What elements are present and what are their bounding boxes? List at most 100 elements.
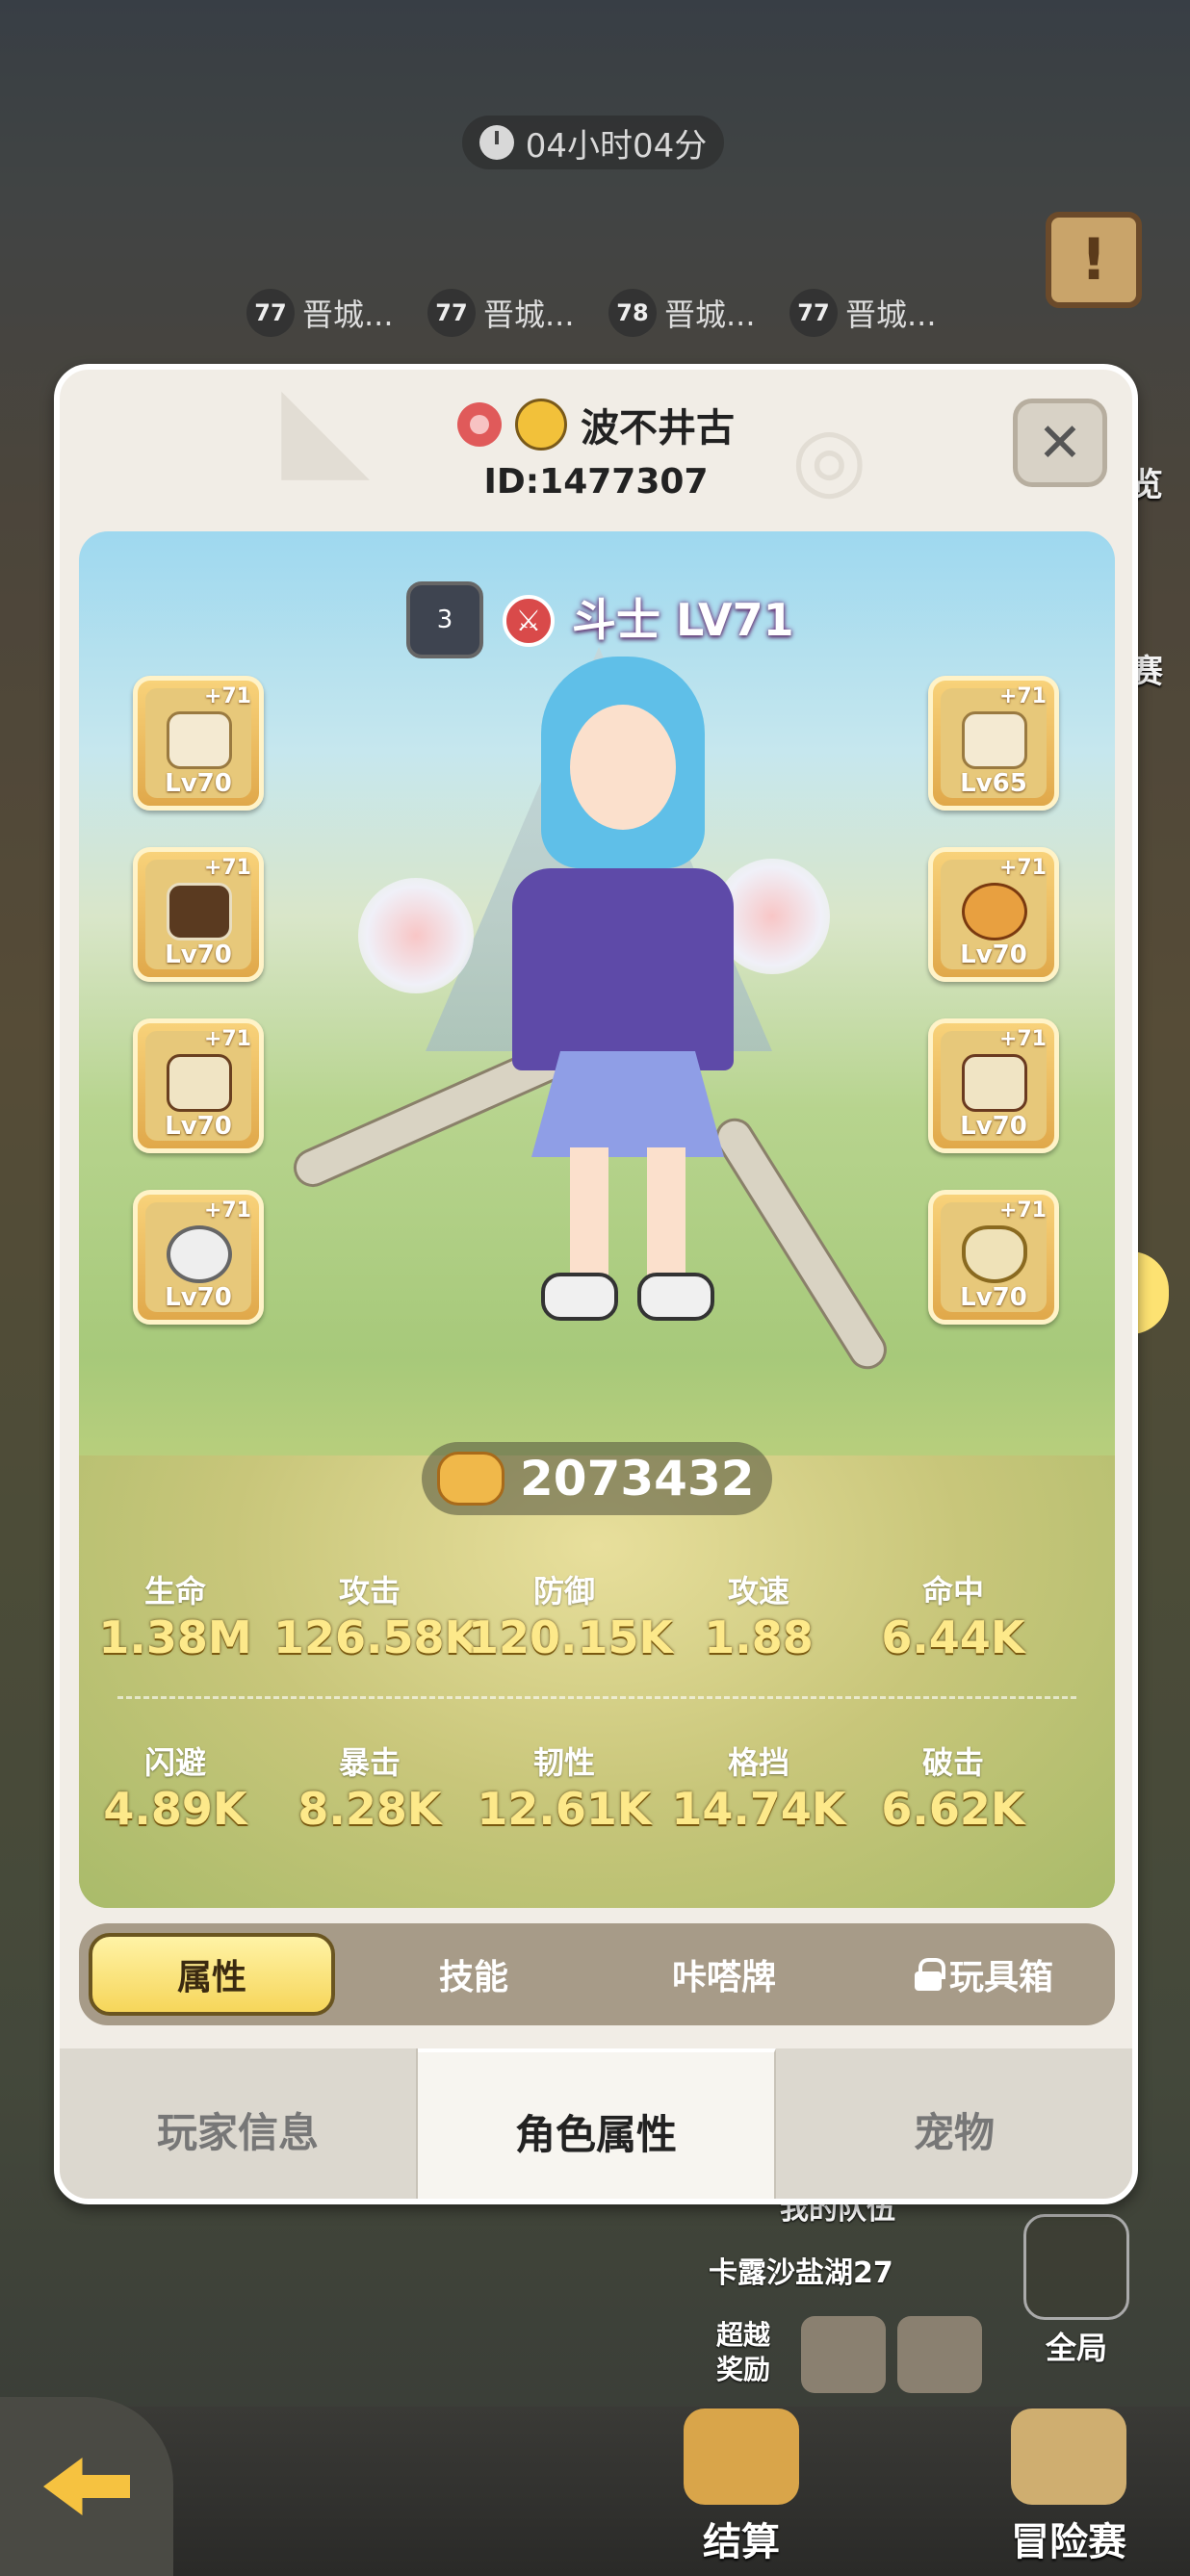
equip-slot-right-2[interactable]: +71 Lv70 [928,847,1059,982]
top-player-4[interactable]: 77 晋城... [789,287,937,339]
lock-icon [914,1958,945,1991]
sub-tab-bar: 属性 技能 咔嗒牌 玩具箱 [79,1923,1115,2025]
equip-slot-left-2[interactable]: +71 Lv70 [133,847,264,982]
equip-slot-left-4[interactable]: +71 Lv70 [133,1190,264,1325]
stats-divider [117,1696,1076,1699]
tab-cards[interactable]: 咔嗒牌 [599,1933,849,2016]
class-icon: ⚔ [503,595,555,647]
stat-dodge: 闪避 4.89K [79,1739,272,1835]
equip-slot-right-3[interactable]: +71 Lv70 [928,1018,1059,1153]
item-level: Lv70 [165,769,232,798]
stat-value: 4.89K [103,1783,247,1835]
team-panel[interactable]: 我的队伍 卡露沙盐湖27 超越 奖励 [693,2185,1021,2407]
tab-skills[interactable]: 技能 [368,1933,580,2016]
gauntlet-icon [167,1054,232,1112]
stat-attack: 攻击 126.58K [273,1567,479,1663]
ground [79,1455,1115,1908]
stat-accuracy: 命中 6.44K [857,1567,1049,1663]
settle-label: 结算 [703,2520,780,2564]
top-player-3[interactable]: 78 晋城... [608,287,756,339]
item-level: Lv70 [960,1283,1027,1312]
player-name: 晋城... [302,296,394,333]
global-map-button[interactable]: 全局 [1019,2214,1134,2366]
reward-label-2: 奖励 [716,2354,771,2385]
stat-label: 攻速 [727,1573,789,1610]
stat-label: 生命 [143,1573,206,1610]
adventure-race-button[interactable]: 冒险赛 [963,2407,1175,2576]
player-level-badge: 77 [789,289,838,337]
combat-power-value: 2073432 [520,1451,755,1507]
tab-pet[interactable]: 宠物 [776,2048,1132,2199]
item-level: Lv70 [960,1112,1027,1141]
player-id: ID:1477307 [483,462,709,502]
player-level-badge: 77 [246,289,295,337]
item-level: Lv70 [165,1112,232,1141]
stat-value: 1.88 [704,1611,814,1663]
equip-slot-right-4[interactable]: +71 Lv70 [928,1190,1059,1325]
key-icon [457,402,502,447]
starfish-reward-icon[interactable] [801,2316,886,2393]
stat-value: 12.61K [477,1783,652,1835]
rank-badge[interactable]: 3 [406,581,483,658]
combat-power: 2073432 [422,1442,772,1515]
tab-label: 宠物 [913,2108,995,2156]
muscle-arm-icon [437,1452,504,1506]
rank-number: 3 [436,605,453,634]
stat-label: 攻击 [338,1573,401,1610]
stat-value: 14.74K [671,1783,846,1835]
player-level-badge: 78 [608,289,657,337]
stat-penetration: 破击 6.62K [857,1739,1049,1835]
shell-reward-icon[interactable] [897,2316,982,2393]
close-button[interactable]: ✕ [1013,399,1107,487]
tab-label: 玩家信息 [156,2108,319,2156]
player-name: 波不井古 [581,406,735,451]
ring-icon [167,1225,232,1283]
character-model[interactable] [503,647,772,1321]
enhance-level: +71 [998,856,1047,880]
equip-slot-left-3[interactable]: +71 Lv70 [133,1018,264,1153]
character-shoe [637,1273,714,1321]
horn-helmet-icon [167,883,232,940]
back-button[interactable] [0,2397,173,2576]
stat-value: 6.44K [881,1611,1025,1663]
tab-character-attributes[interactable]: 角色属性 [418,2048,776,2199]
stat-defense: 防御 120.15K [468,1567,674,1663]
equip-slot-right-1[interactable]: +71 Lv65 [928,676,1059,811]
tab-label: 玩具箱 [948,1958,1053,1997]
player-name: 晋城... [845,296,937,333]
equip-slot-left-1[interactable]: +71 Lv70 [133,676,264,811]
item-level: Lv65 [960,769,1027,798]
stat-label: 韧性 [532,1744,595,1781]
character-leg [647,1147,686,1292]
compass-map-icon [1011,2409,1126,2505]
enhance-level: +71 [203,1198,251,1223]
stat-value: 120.15K [468,1611,674,1663]
tab-label: 角色属性 [514,2110,677,2158]
stat-value: 8.28K [298,1783,442,1835]
player-name: 晋城... [664,296,756,333]
stat-crit: 暴击 8.28K [273,1739,466,1835]
stat-value: 126.58K [273,1611,479,1663]
stat-label: 格挡 [727,1744,789,1781]
character-jacket [512,868,734,1070]
quest-scroll-icon[interactable]: ! [1046,212,1142,308]
tab-label: 技能 [438,1958,508,1997]
enhance-level: +71 [998,1027,1047,1051]
tab-attributes[interactable]: 属性 [89,1933,335,2016]
stat-value: 1.38M [98,1611,252,1663]
avatar-frame-icon [515,399,567,451]
item-level: Lv70 [165,1283,232,1312]
top-player-2[interactable]: 77 晋城... [427,287,575,339]
top-player-1[interactable]: 77 晋城... [246,287,394,339]
team-location: 卡露沙盐湖27 [709,2256,893,2290]
tab-player-info[interactable]: 玩家信息 [60,2048,418,2199]
main-tab-bar: 玩家信息 角色属性 宠物 [60,2048,1132,2199]
character-face [570,705,676,830]
enhance-level: +71 [203,684,251,708]
tab-toybox[interactable]: 玩具箱 [868,1933,1099,2016]
treasure-chest-icon [684,2409,799,2505]
item-level: Lv70 [960,940,1027,969]
settle-button[interactable]: 结算 [655,2407,828,2576]
sword-icon [167,711,232,769]
stat-label: 暴击 [338,1744,401,1781]
